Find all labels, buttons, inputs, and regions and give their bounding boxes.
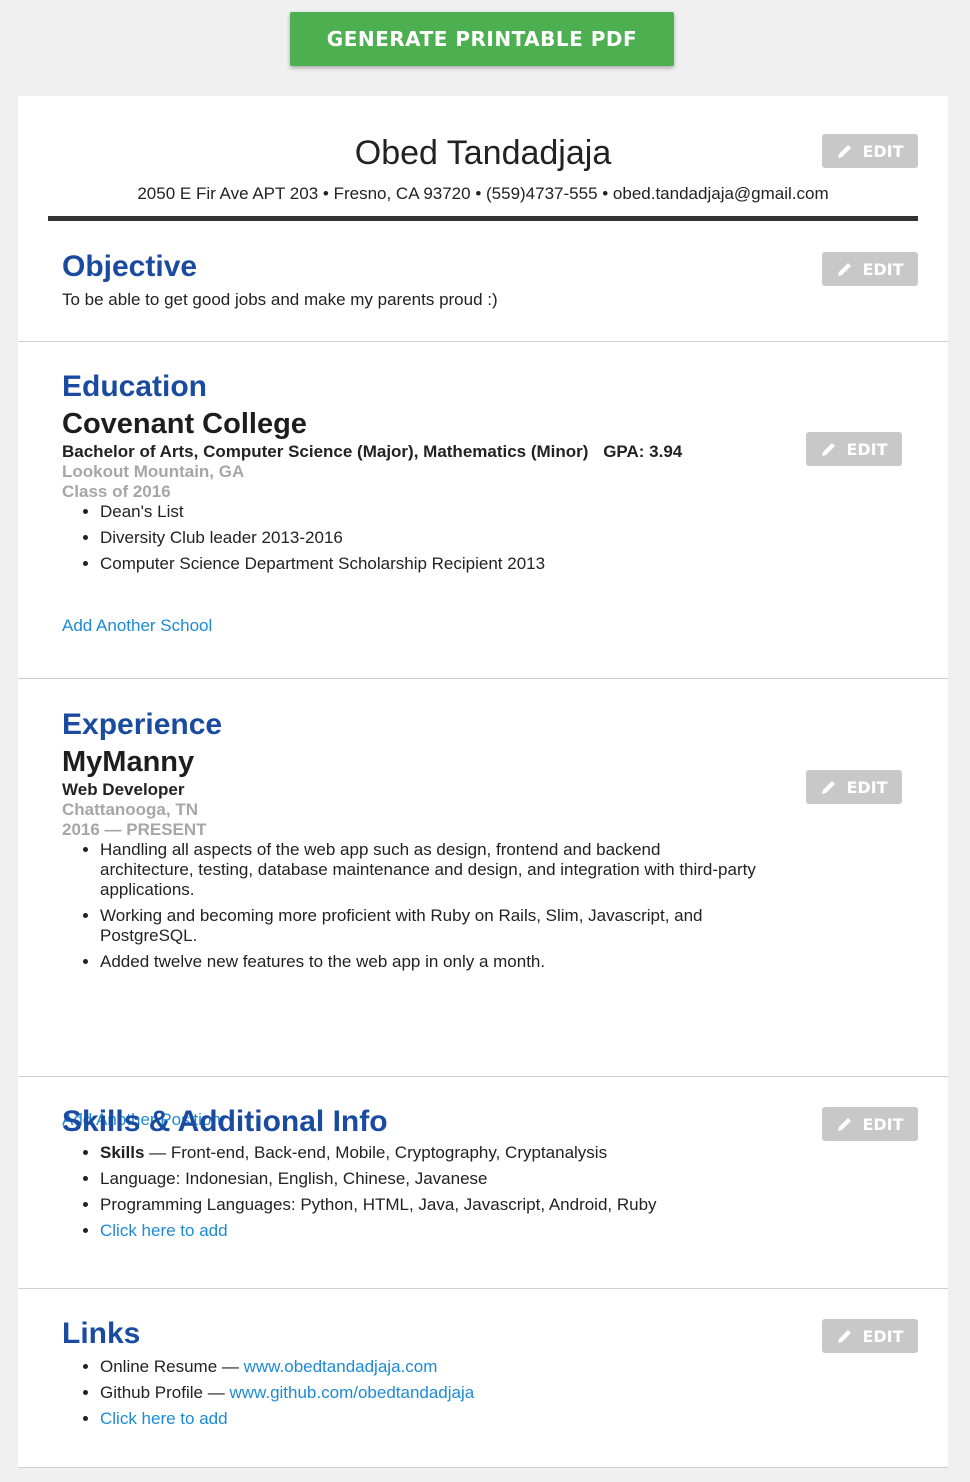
role-title: Web Developer xyxy=(62,780,185,799)
list-item: Language: Indonesian, English, Chinese, … xyxy=(100,1169,860,1189)
header-rule xyxy=(48,216,918,221)
education-section: Education Covenant College Bachelor of A… xyxy=(18,366,948,678)
edit-education-button[interactable]: EDIT xyxy=(806,432,902,466)
edit-links-button[interactable]: EDIT xyxy=(822,1319,918,1353)
skills-text: — Front-end, Back-end, Mobile, Cryptogra… xyxy=(144,1143,608,1162)
edit-label: EDIT xyxy=(846,439,888,459)
education-list: Dean's List Diversity Club leader 2013-2… xyxy=(62,502,800,580)
list-item: Online Resume — www.obedtandadjaja.com xyxy=(100,1357,800,1377)
pencil-icon xyxy=(822,443,836,456)
degree-line: Bachelor of Arts, Computer Science (Majo… xyxy=(62,442,682,462)
school-name: Covenant College xyxy=(62,408,307,440)
list-item: Skills — Front-end, Back-end, Mobile, Cr… xyxy=(100,1143,860,1163)
resume-name: Obed Tandadjaja xyxy=(354,134,612,172)
links-title: Links xyxy=(62,1317,141,1350)
list-item: Click here to add xyxy=(100,1221,860,1241)
list-item: Computer Science Department Scholarship … xyxy=(100,554,800,574)
add-link-link[interactable]: Click here to add xyxy=(100,1409,228,1428)
objective-text: To be able to get good jobs and make my … xyxy=(62,290,498,309)
header-section: Obed Tandadjaja 2050 E Fir Ave APT 203 •… xyxy=(18,96,948,226)
edit-label: EDIT xyxy=(862,259,904,279)
pencil-icon xyxy=(838,1330,852,1343)
edit-label: EDIT xyxy=(862,1326,904,1346)
skills-title: Skills & Additional Info xyxy=(62,1105,388,1138)
education-title: Education xyxy=(62,370,208,403)
pencil-icon xyxy=(838,263,852,276)
degree: Bachelor of Arts, Computer Science (Majo… xyxy=(62,442,589,461)
skills-section: Skills & Additional Info Skills — Front-… xyxy=(18,1101,948,1288)
objective-section: Objective To be able to get good jobs an… xyxy=(18,246,948,341)
job-dates: 2016 — PRESENT xyxy=(62,820,207,839)
class-year: Class of 2016 xyxy=(62,482,171,501)
list-item: Handling all aspects of the web app such… xyxy=(100,840,758,900)
list-item: Github Profile — www.github.com/obedtand… xyxy=(100,1383,800,1403)
list-item: Added twelve new features to the web app… xyxy=(100,952,758,972)
experience-section: Experience MyManny Web Developer Chattan… xyxy=(18,704,948,1129)
links-list: Online Resume — www.obedtandadjaja.com G… xyxy=(62,1357,800,1435)
gpa: GPA: 3.94 xyxy=(603,442,683,461)
section-divider xyxy=(18,1467,948,1468)
add-school-link[interactable]: Add Another School xyxy=(62,616,212,636)
add-skill-link[interactable]: Click here to add xyxy=(100,1221,228,1240)
job-location: Chattanooga, TN xyxy=(62,800,198,819)
edit-header-button[interactable]: EDIT xyxy=(822,134,918,168)
link-label: Online Resume — xyxy=(100,1357,244,1376)
link-label: Github Profile — xyxy=(100,1383,230,1402)
edit-objective-button[interactable]: EDIT xyxy=(822,252,918,286)
edit-experience-button[interactable]: EDIT xyxy=(806,770,902,804)
resume-paper: Obed Tandadjaja 2050 E Fir Ave APT 203 •… xyxy=(18,96,948,1468)
edit-label: EDIT xyxy=(846,777,888,797)
contact-info: 2050 E Fir Ave APT 203 • Fresno, CA 9372… xyxy=(137,184,829,203)
github-link[interactable]: www.github.com/obedtandadjaja xyxy=(229,1383,474,1402)
list-item: Programming Languages: Python, HTML, Jav… xyxy=(100,1195,860,1215)
skills-list: Skills — Front-end, Back-end, Mobile, Cr… xyxy=(62,1143,860,1247)
list-item: Dean's List xyxy=(100,502,800,522)
skills-label: Skills xyxy=(100,1143,145,1162)
section-divider xyxy=(18,678,948,679)
list-item: Click here to add xyxy=(100,1409,800,1429)
pencil-icon xyxy=(838,145,852,158)
edit-label: EDIT xyxy=(862,141,904,161)
links-section: Links Online Resume — www.obedtandadjaja… xyxy=(18,1313,948,1468)
edit-label: EDIT xyxy=(862,1114,904,1134)
experience-title: Experience xyxy=(62,708,223,741)
section-divider xyxy=(18,1076,948,1077)
generate-pdf-button[interactable]: GENERATE PRINTABLE PDF xyxy=(290,12,674,66)
list-item: Working and becoming more proficient wit… xyxy=(100,906,758,946)
pencil-icon xyxy=(822,781,836,794)
pencil-icon xyxy=(838,1118,852,1131)
objective-title: Objective xyxy=(62,250,198,283)
school-location: Lookout Mountain, GA xyxy=(62,462,245,481)
edit-skills-button[interactable]: EDIT xyxy=(822,1107,918,1141)
resume-link[interactable]: www.obedtandadjaja.com xyxy=(244,1357,438,1376)
company-name: MyManny xyxy=(62,746,195,778)
list-item: Diversity Club leader 2013-2016 xyxy=(100,528,800,548)
experience-list: Handling all aspects of the web app such… xyxy=(62,840,758,978)
section-divider xyxy=(18,1288,948,1289)
section-divider xyxy=(18,341,948,342)
